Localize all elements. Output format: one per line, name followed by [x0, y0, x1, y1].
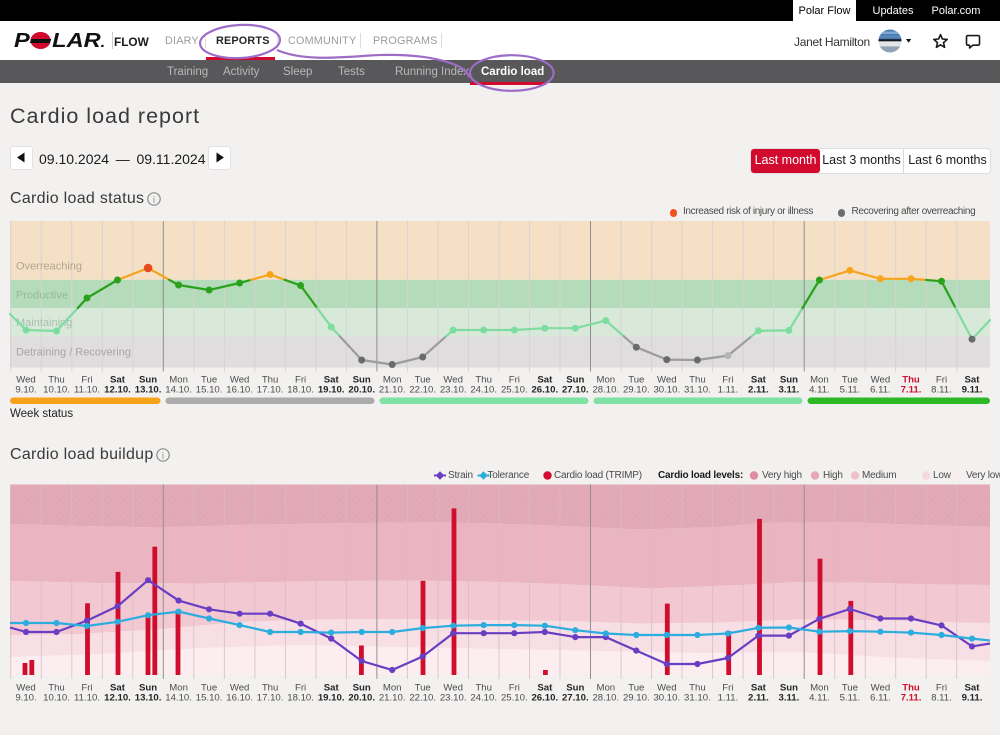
- svg-text:16.10.: 16.10.: [226, 693, 253, 704]
- svg-text:20.10.: 20.10.: [348, 693, 375, 704]
- svg-text:21.10.: 21.10.: [379, 693, 406, 704]
- svg-text:10.10.: 10.10.: [43, 693, 70, 704]
- svg-text:29.10.: 29.10.: [623, 693, 650, 704]
- svg-text:28.10.: 28.10.: [592, 693, 619, 704]
- svg-text:22.10.: 22.10.: [409, 693, 436, 704]
- svg-text:11.10.: 11.10.: [74, 693, 100, 704]
- svg-text:6.11.: 6.11.: [870, 693, 891, 704]
- svg-text:9.10.: 9.10.: [15, 693, 36, 704]
- svg-text:5.11.: 5.11.: [840, 693, 861, 704]
- svg-text:8.11.: 8.11.: [931, 693, 952, 704]
- svg-text:24.10.: 24.10.: [470, 693, 497, 704]
- svg-text:19.10.: 19.10.: [318, 693, 345, 704]
- svg-text:26.10.: 26.10.: [531, 693, 558, 704]
- svg-text:2.11.: 2.11.: [748, 693, 769, 704]
- svg-text:9.11.: 9.11.: [962, 693, 983, 704]
- svg-text:12.10.: 12.10.: [104, 693, 131, 704]
- svg-text:31.10.: 31.10.: [684, 693, 711, 704]
- svg-text:13.10.: 13.10.: [135, 693, 162, 704]
- svg-text:4.11.: 4.11.: [809, 693, 830, 704]
- svg-text:18.10.: 18.10.: [287, 693, 314, 704]
- svg-text:15.10.: 15.10.: [196, 693, 223, 704]
- svg-text:30.10.: 30.10.: [653, 693, 680, 704]
- svg-text:23.10.: 23.10.: [440, 693, 467, 704]
- svg-text:17.10.: 17.10.: [257, 693, 284, 704]
- svg-text:14.10.: 14.10.: [165, 693, 192, 704]
- svg-text:1.11.: 1.11.: [718, 693, 739, 704]
- svg-text:3.11.: 3.11.: [778, 693, 799, 704]
- svg-text:25.10.: 25.10.: [501, 693, 528, 704]
- svg-text:7.11.: 7.11.: [901, 693, 922, 704]
- svg-text:27.10.: 27.10.: [562, 693, 589, 704]
